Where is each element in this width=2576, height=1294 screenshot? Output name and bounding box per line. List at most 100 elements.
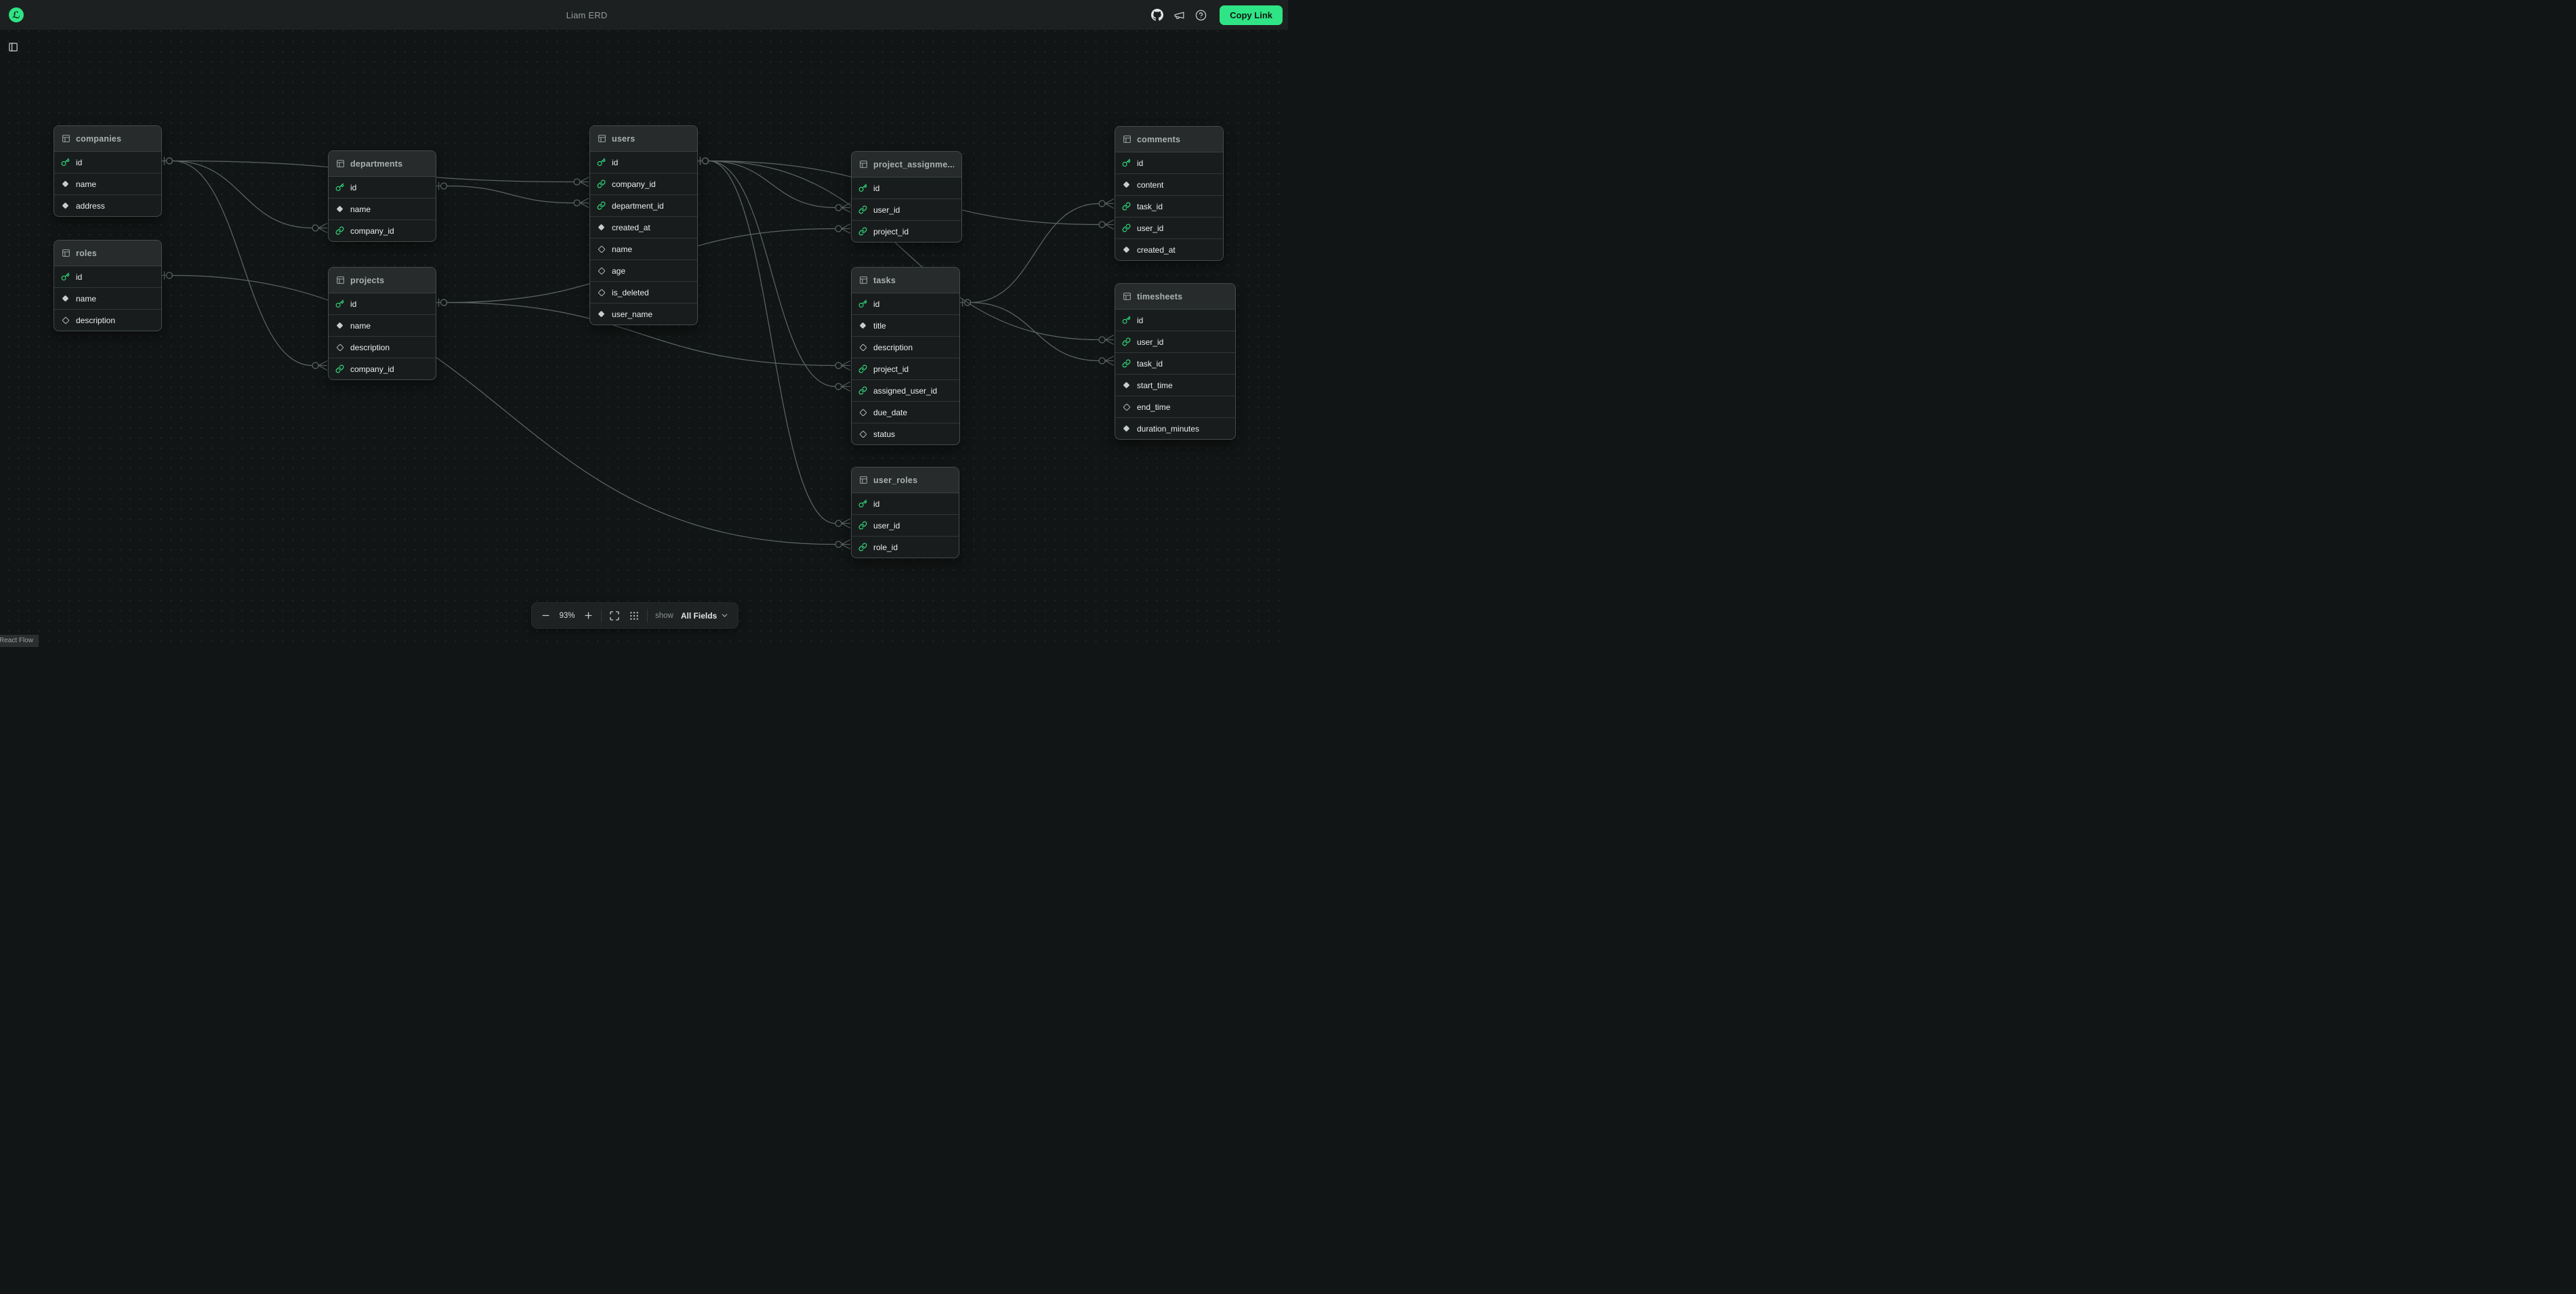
table-row[interactable]: name bbox=[590, 238, 697, 259]
table-row[interactable]: id bbox=[852, 493, 959, 514]
field-name: user_id bbox=[873, 205, 900, 215]
table-node-tasks[interactable]: tasks idtitle description project_idassigne… bbox=[851, 267, 960, 445]
table-row[interactable]: id bbox=[54, 152, 161, 173]
fit-view-icon[interactable] bbox=[608, 609, 621, 623]
tidy-up-icon[interactable] bbox=[627, 609, 641, 623]
liam-logo[interactable]: ℒ bbox=[9, 7, 24, 22]
table-row[interactable]: company_id bbox=[590, 173, 697, 194]
table-row[interactable]: start_time bbox=[1115, 374, 1235, 396]
table-row[interactable]: name bbox=[329, 198, 436, 220]
table-name: projects bbox=[350, 276, 384, 285]
table-row[interactable]: id bbox=[852, 293, 959, 314]
table-name: project_assignme... bbox=[873, 160, 954, 169]
field-name: duration_minutes bbox=[1137, 424, 1199, 434]
link-icon bbox=[858, 521, 867, 530]
react-flow-attribution[interactable]: React Flow bbox=[0, 635, 39, 647]
field-name: project_id bbox=[873, 364, 909, 374]
table-row[interactable]: project_id bbox=[852, 358, 959, 379]
zoom-out-button[interactable] bbox=[539, 609, 552, 622]
fields-filter-dropdown[interactable]: All Fields bbox=[680, 610, 730, 622]
table-row[interactable]: id bbox=[329, 177, 436, 198]
top-bar-actions: Copy Link bbox=[1151, 0, 1283, 30]
help-icon[interactable] bbox=[1195, 9, 1207, 21]
table-row[interactable]: id bbox=[1115, 310, 1235, 331]
field-name: id bbox=[350, 299, 356, 309]
sidebar-toggle-button[interactable] bbox=[5, 41, 20, 56]
table-node-project_assignments[interactable]: project_assignme...id user_id project_id bbox=[851, 151, 962, 243]
table-row[interactable]: content bbox=[1115, 173, 1223, 195]
table-node-users[interactable]: users id company_id department_id created_at… bbox=[589, 125, 698, 325]
table-name: roles bbox=[76, 249, 97, 258]
table-row[interactable]: id bbox=[590, 152, 697, 173]
table-header[interactable]: users bbox=[590, 126, 697, 152]
table-row[interactable]: id bbox=[54, 266, 161, 287]
table-row[interactable]: task_id bbox=[1115, 352, 1235, 374]
top-bar: ℒ Liam ERD Copy Link bbox=[0, 0, 1288, 30]
filled-diamond-icon bbox=[335, 205, 344, 213]
zoom-in-button[interactable] bbox=[582, 609, 595, 622]
table-row[interactable]: role_id bbox=[852, 536, 959, 558]
field-name: id bbox=[76, 158, 82, 167]
copy-link-button[interactable]: Copy Link bbox=[1220, 5, 1283, 25]
table-header[interactable]: comments bbox=[1115, 127, 1223, 152]
table-header[interactable]: companies bbox=[54, 126, 161, 152]
table-row[interactable]: age bbox=[590, 259, 697, 281]
table-node-timesheets[interactable]: timesheetsiduser_idtask_idstart_timeend_… bbox=[1115, 283, 1236, 440]
table-node-user_roles[interactable]: user_rolesiduser_idrole_id bbox=[851, 467, 959, 558]
table-row[interactable]: created_at bbox=[1115, 238, 1223, 260]
table-row[interactable]: name bbox=[54, 173, 161, 194]
table-row[interactable]: department_id bbox=[590, 194, 697, 216]
table-header[interactable]: roles bbox=[54, 241, 161, 266]
table-node-companies[interactable]: companies id nameaddress bbox=[54, 125, 162, 217]
table-row[interactable]: title bbox=[852, 314, 959, 336]
table-header[interactable]: tasks bbox=[852, 268, 959, 293]
table-row[interactable]: description bbox=[852, 336, 959, 358]
field-name: department_id bbox=[612, 201, 664, 211]
table-name: users bbox=[612, 134, 635, 144]
table-header[interactable]: projects bbox=[329, 268, 436, 293]
table-icon bbox=[62, 134, 70, 143]
field-name: description bbox=[873, 343, 913, 352]
table-icon bbox=[859, 476, 868, 484]
github-icon[interactable] bbox=[1151, 9, 1163, 21]
table-row[interactable]: company_id bbox=[329, 358, 436, 379]
table-node-projects[interactable]: projects id namedescriptioncompany_id bbox=[328, 267, 436, 380]
table-row[interactable]: status bbox=[852, 423, 959, 444]
table-node-comments[interactable]: commentsidcontenttask_iduser_idcreated_a… bbox=[1115, 126, 1224, 261]
table-row[interactable]: user_id bbox=[852, 199, 961, 220]
outline-diamond-icon bbox=[597, 245, 606, 253]
table-row[interactable]: company_id bbox=[329, 220, 436, 241]
table-row[interactable]: due_date bbox=[852, 401, 959, 423]
table-row[interactable]: assigned_user_id bbox=[852, 379, 959, 401]
table-node-roles[interactable]: roles idnamedescription bbox=[54, 240, 162, 331]
table-row[interactable]: description bbox=[329, 336, 436, 358]
filled-diamond-icon bbox=[597, 310, 606, 318]
table-row[interactable]: end_time bbox=[1115, 396, 1235, 417]
table-header[interactable]: departments bbox=[329, 151, 436, 177]
table-row[interactable]: id bbox=[329, 293, 436, 314]
table-row[interactable]: task_id bbox=[1115, 195, 1223, 217]
table-row[interactable]: description bbox=[54, 309, 161, 331]
table-row[interactable]: user_id bbox=[1115, 331, 1235, 352]
table-row[interactable]: id bbox=[852, 178, 961, 199]
megaphone-icon[interactable] bbox=[1173, 9, 1185, 21]
table-name: tasks bbox=[873, 276, 896, 285]
table-header[interactable]: timesheets bbox=[1115, 284, 1235, 310]
table-header[interactable]: user_roles bbox=[852, 467, 959, 493]
table-row[interactable]: address bbox=[54, 194, 161, 216]
field-name: assigned_user_id bbox=[873, 386, 937, 396]
table-row[interactable]: name bbox=[54, 287, 161, 309]
field-name: id bbox=[612, 158, 618, 167]
table-row[interactable]: user_id bbox=[852, 514, 959, 536]
table-row[interactable]: id bbox=[1115, 152, 1223, 173]
table-header[interactable]: project_assignme... bbox=[852, 152, 961, 178]
canvas-toolbar: 93% show All Fields bbox=[531, 602, 739, 629]
table-row[interactable]: duration_minutes bbox=[1115, 417, 1235, 439]
table-row[interactable]: user_name bbox=[590, 303, 697, 325]
table-row[interactable]: created_at bbox=[590, 216, 697, 238]
table-row[interactable]: name bbox=[329, 314, 436, 336]
table-node-departments[interactable]: departmentsidnamecompany_id bbox=[328, 150, 436, 242]
table-row[interactable]: is_deleted bbox=[590, 281, 697, 303]
table-row[interactable]: user_id bbox=[1115, 217, 1223, 238]
table-row[interactable]: project_id bbox=[852, 220, 961, 242]
